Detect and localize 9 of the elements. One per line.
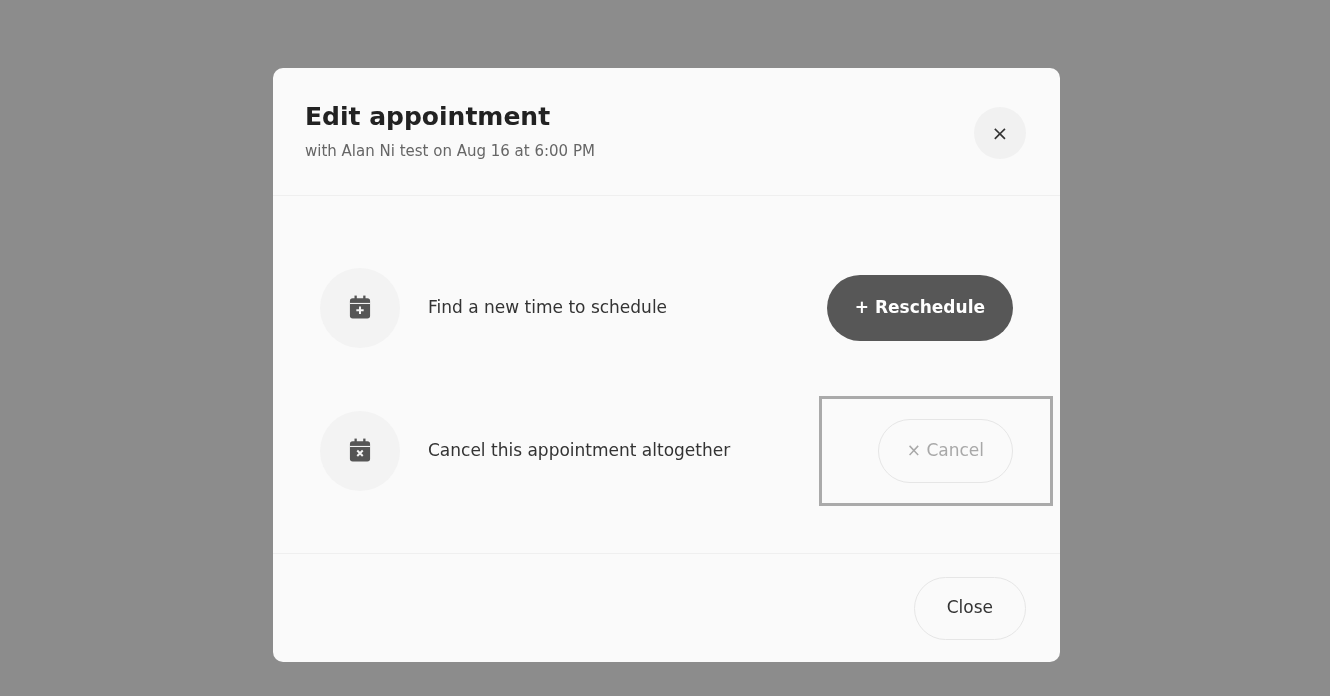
dialog-subtitle: with Alan Ni test on Aug 16 at 6:00 PM (305, 141, 595, 162)
reschedule-button[interactable]: + Reschedule (826, 274, 1013, 341)
action-description: Cancel this appointment altogether (428, 438, 732, 462)
action-description: Find a new time to schedule (428, 295, 669, 319)
close-button[interactable]: Close (913, 576, 1026, 640)
dialog-title: Edit appointment (305, 102, 552, 132)
close-button[interactable]: × (974, 107, 1026, 159)
calendar-x-icon (349, 438, 371, 463)
calendar-plus-icon (349, 295, 371, 320)
